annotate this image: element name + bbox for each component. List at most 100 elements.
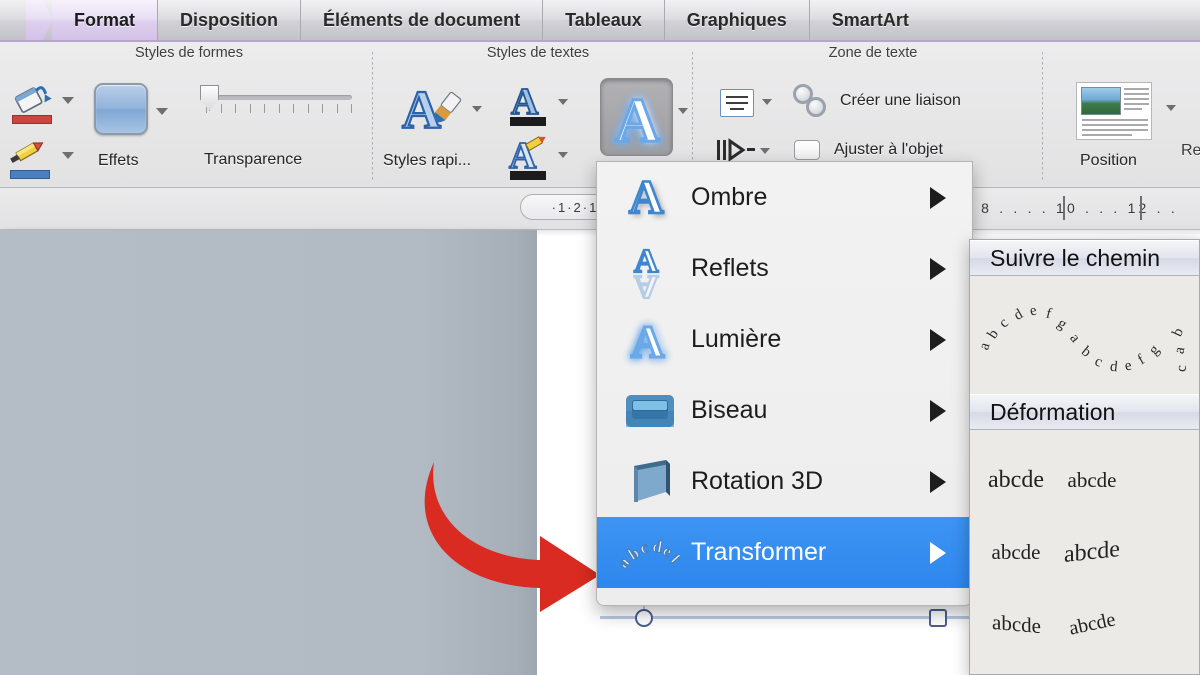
submenu-heading-deformation: Déformation <box>970 394 1199 430</box>
quick-styles-button[interactable]: A <box>400 78 470 144</box>
tab-label: Tableaux <box>565 9 642 30</box>
text-effects-menu[interactable]: A A Ombre A A Reflets A Lumière Biseau R… <box>596 161 973 606</box>
reflection-A-icon: A A <box>615 239 685 298</box>
group-title: Styles de formes <box>135 45 243 61</box>
group-separator <box>372 52 373 180</box>
text-outline-chevron-down-icon[interactable] <box>558 152 568 158</box>
svg-text:A: A <box>402 80 441 140</box>
quick-styles-label: Styles rapi... <box>383 152 472 169</box>
bevel-icon <box>615 387 685 435</box>
text-outline-icon: A <box>508 134 546 180</box>
position-chevron-down-icon[interactable] <box>1166 105 1176 111</box>
tab-smartart[interactable]: SmartArt <box>810 0 931 40</box>
path-letter: a <box>976 340 994 352</box>
tab-tableaux[interactable]: Tableaux <box>543 0 665 40</box>
menu-item-rotation-3d[interactable]: Rotation 3D <box>597 446 972 517</box>
text-style-brush-icon: A <box>401 79 462 141</box>
resize-handle[interactable] <box>929 609 947 627</box>
tab-graphiques[interactable]: Graphiques <box>665 0 810 40</box>
tab-elements-de-document[interactable]: Éléments de document <box>301 0 544 40</box>
submenu-heading-follow-path: Suivre le chemin <box>970 240 1199 276</box>
path-letter: b <box>1169 325 1188 339</box>
arrange-truncated-label: Re <box>1181 142 1200 159</box>
tab-disposition[interactable]: Disposition <box>158 0 302 40</box>
create-link-label[interactable]: Créer une liaison <box>840 92 961 110</box>
group-title: Zone de texte <box>828 45 918 61</box>
position-text-lines <box>1124 88 1149 113</box>
fit-object-checkbox[interactable] <box>794 140 820 160</box>
ruler-tab-stop-marker[interactable] <box>1140 196 1142 220</box>
tab-label: Format <box>74 9 136 30</box>
menu-item-label: Ombre <box>691 183 768 211</box>
text-effects-chevron-down-icon[interactable] <box>678 108 688 114</box>
transparency-ticks <box>206 104 352 113</box>
fill-color-swatch <box>12 115 52 124</box>
svg-text:A: A <box>631 316 664 367</box>
path-letter: b <box>984 326 1003 342</box>
path-letter: d <box>1109 358 1119 376</box>
position-label: Position <box>1080 152 1137 169</box>
transform-submenu[interactable]: Suivre le chemin a b c d e f g a b c d e… <box>969 239 1200 675</box>
warp-sample[interactable]: abcde <box>978 444 1054 516</box>
shape-line-button[interactable] <box>8 137 54 179</box>
path-letter: f <box>1135 351 1148 369</box>
warp-sample[interactable]: abcde <box>1054 588 1130 660</box>
text-outline-button[interactable]: A <box>508 134 550 182</box>
path-letter: a <box>1171 345 1189 356</box>
ruler-right-ticks: . 8 . . . . 10 . . . 12 . . <box>967 200 1178 216</box>
transparency-slider-track[interactable] <box>205 95 352 100</box>
text-effects-button[interactable]: A <box>600 78 673 157</box>
follow-path-samples[interactable]: a b c d e f g a b c d e f g b a c <box>970 276 1199 394</box>
warp-sample[interactable]: abcde <box>978 660 1054 674</box>
text-fill-chevron-down-icon[interactable] <box>558 99 568 105</box>
menu-item-label: Reflets <box>691 254 769 282</box>
text-direction-chevron-down-icon[interactable] <box>760 148 770 154</box>
text-fill-button[interactable]: A <box>508 80 550 128</box>
position-image-preview <box>1081 87 1121 115</box>
path-letter: f <box>1044 305 1053 323</box>
deformation-samples[interactable]: abcde abcde abcde abcde abcde abcde abcd… <box>970 430 1199 674</box>
warp-sample[interactable]: abcde <box>1054 444 1130 516</box>
warp-sample[interactable]: abcde <box>1054 516 1130 588</box>
quick-styles-chevron-down-icon[interactable] <box>472 106 482 112</box>
position-wrap-icon[interactable] <box>1076 82 1152 140</box>
text-align-icon[interactable] <box>720 89 754 117</box>
line-color-swatch <box>10 170 50 179</box>
submenu-arrow-icon <box>930 257 946 280</box>
path-letter: g <box>1146 341 1163 359</box>
menu-item-transformer[interactable]: a b c d e f Transformer <box>597 517 972 588</box>
svg-text:A: A <box>629 171 664 224</box>
transform-abc-icon: a b c d e f <box>615 531 685 575</box>
warp-sample[interactable]: abcde <box>978 588 1054 660</box>
tab-label: Graphiques <box>686 9 787 30</box>
effects-chevron-down-icon[interactable] <box>156 108 168 115</box>
chain-link-icon[interactable] <box>793 84 831 120</box>
text-align-chevron-down-icon[interactable] <box>762 99 772 105</box>
shape-fill-chevron-down-icon[interactable] <box>62 97 74 104</box>
path-letter: c <box>1092 353 1105 371</box>
menu-item-lumiere[interactable]: A Lumière <box>597 304 972 375</box>
pen-line-icon <box>8 137 54 179</box>
menu-item-reflets[interactable]: A A Reflets <box>597 233 972 304</box>
text-effects-glow-A-icon: A <box>614 86 662 157</box>
effects-button[interactable] <box>94 83 148 135</box>
path-letter: e <box>1123 357 1134 375</box>
submenu-arrow-icon <box>930 186 946 209</box>
warp-sample[interactable]: abcde <box>1054 660 1130 674</box>
menu-item-biseau[interactable]: Biseau <box>597 375 972 446</box>
ruler-tab-stop-marker[interactable] <box>1063 196 1065 220</box>
warp-sample[interactable]: abcde <box>978 516 1054 588</box>
group-separator <box>1042 52 1043 180</box>
text-fill-icon: A <box>510 80 546 126</box>
menu-item-ombre[interactable]: A A Ombre <box>597 162 972 233</box>
svg-text:A: A <box>511 81 539 123</box>
shape-line-chevron-down-icon[interactable] <box>62 152 74 159</box>
fit-object-label[interactable]: Ajuster à l'objet <box>834 141 943 159</box>
shape-fill-button[interactable] <box>10 82 56 124</box>
tab-label: Éléments de document <box>323 9 521 30</box>
tab-format[interactable]: Format <box>52 0 159 40</box>
ribbon-group-shape-styles: Styles de formes Effets Transparence <box>0 42 378 188</box>
tab-label: SmartArt <box>831 9 909 30</box>
menu-item-label: Transformer <box>691 538 827 566</box>
path-letter: b <box>1078 343 1095 361</box>
